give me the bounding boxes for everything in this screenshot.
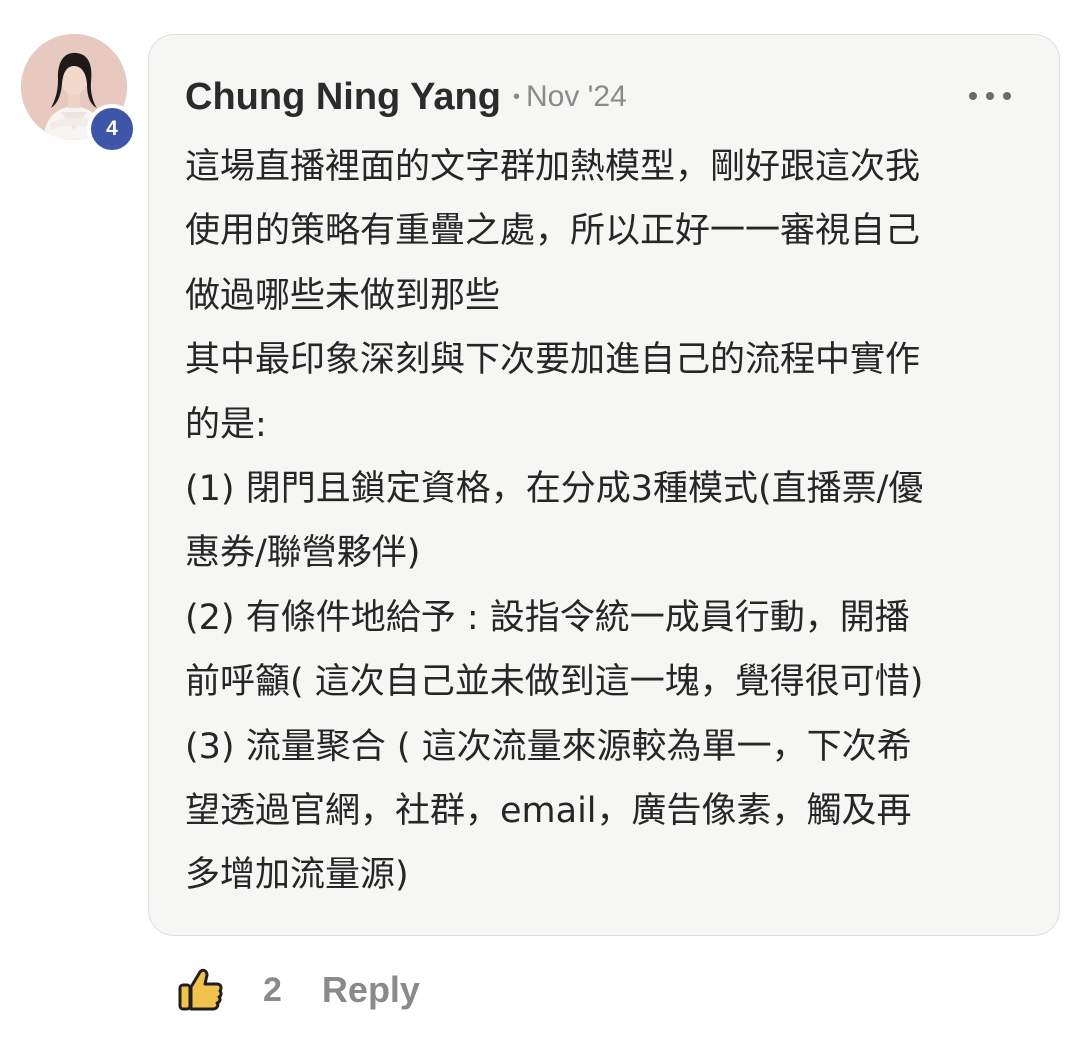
post-actions: 2 Reply	[176, 960, 420, 1020]
post-body-line: 望透過官網，社群，email，廣告像素，觸及再	[185, 790, 912, 831]
reply-button[interactable]: Reply	[322, 969, 420, 1011]
like-count[interactable]: 2	[263, 971, 282, 1010]
post-body: 這場直播裡面的文字群加熱模型，剛好跟這次我 使用的策略有重疊之處，所以正好一一審…	[185, 135, 1035, 908]
thumbs-up-icon	[178, 968, 223, 1011]
date-separator: •	[512, 85, 520, 108]
more-horizontal-icon-dot	[1003, 92, 1011, 100]
author-name[interactable]: Chung Ning Yang	[185, 76, 501, 119]
more-options-button[interactable]	[969, 85, 1011, 107]
post-body-line: 做過哪些未做到那些	[185, 275, 501, 316]
post-header: Chung Ning Yang • Nov '24	[185, 71, 627, 123]
post-body-line: 其中最印象深刻與下次要加進自己的流程中實作	[185, 340, 921, 381]
post-body-line: 的是:	[185, 404, 267, 445]
post-body-line: 多增加流量源)	[185, 855, 409, 896]
post-date[interactable]: Nov '24	[526, 80, 627, 114]
post-body-line: (3) 流量聚合 ( 這次流量來源較為單一，下次希	[185, 726, 912, 767]
post-body-line: 使用的策略有重疊之處，所以正好一一審視自己	[185, 211, 921, 252]
post-bubble: Chung Ning Yang • Nov '24 這場直播裡面的文字群加熱模型…	[148, 34, 1060, 936]
more-horizontal-icon-dot	[986, 92, 994, 100]
author-avatar-container[interactable]: 4	[21, 34, 137, 154]
like-button[interactable]	[176, 966, 224, 1014]
post-body-line: 這場直播裡面的文字群加熱模型，剛好跟這次我	[185, 147, 921, 187]
more-horizontal-icon	[969, 92, 977, 100]
post-body-line: 惠券/聯營夥伴)	[185, 533, 421, 574]
post-body-line: (1) 閉門且鎖定資格，在分成3種模式(直播票/優	[185, 468, 924, 509]
trust-level-badge: 4	[87, 104, 137, 154]
post-body-line: (2) 有條件地給予 : 設指令統一成員行動，開播	[185, 597, 910, 638]
post-body-line: 前呼籲( 這次自己並未做到這一塊，覺得很可惜)	[185, 662, 924, 703]
